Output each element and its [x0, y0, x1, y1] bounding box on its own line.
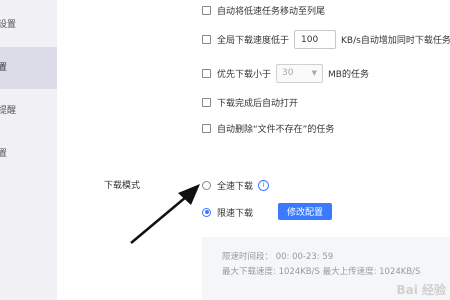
arrow-shaft: [130, 196, 187, 244]
watermark: Bai 经验: [396, 283, 446, 297]
annotation-arrow: [130, 184, 200, 244]
